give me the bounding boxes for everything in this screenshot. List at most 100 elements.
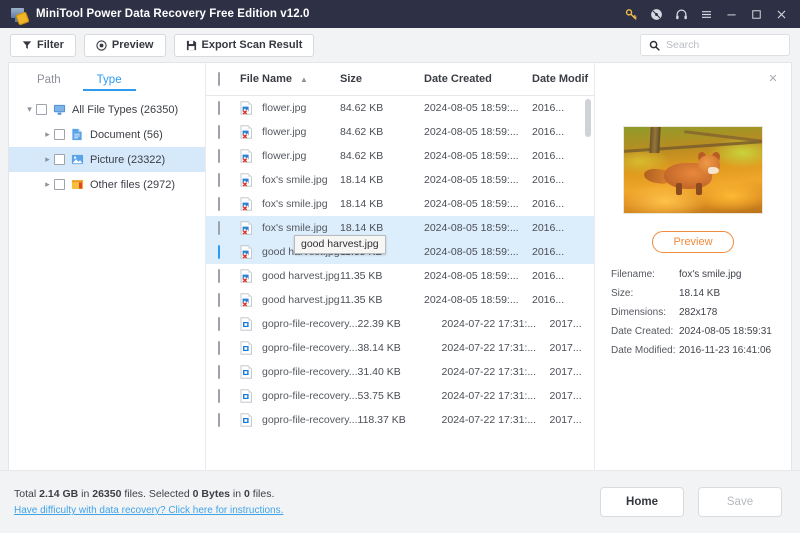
tab-type[interactable]: Type xyxy=(82,74,136,91)
tree-checkbox[interactable] xyxy=(54,154,65,165)
row-checkbox-cell[interactable] xyxy=(218,341,240,355)
cell-size: 18.14 KB xyxy=(340,198,384,210)
table-row[interactable]: flower.jpg 84.62 KB 2024-08-05 18:59:... 20… xyxy=(206,144,594,168)
file-list-scrollbar[interactable] xyxy=(585,97,591,437)
maximize-icon[interactable] xyxy=(744,1,769,27)
row-checkbox-cell[interactable] xyxy=(218,173,240,187)
home-button[interactable]: Home xyxy=(600,487,684,517)
row-checkbox[interactable] xyxy=(218,269,220,283)
table-row[interactable]: gopro-file-recovery... 118.37 KB 2024-07-2… xyxy=(206,408,594,432)
column-header-date-created[interactable]: Date Created xyxy=(424,73,532,85)
row-checkbox-cell[interactable] xyxy=(218,269,240,283)
table-row[interactable]: flower.jpg 84.62 KB 2024-08-05 18:59:... 20… xyxy=(206,120,594,144)
cell-date-created: 2024-08-05 18:59:... xyxy=(424,174,519,186)
row-checkbox[interactable] xyxy=(218,365,220,379)
scrollbar-thumb[interactable] xyxy=(585,99,591,137)
select-all-checkbox[interactable] xyxy=(218,72,220,86)
tree-item-all-file-types[interactable]: ▾ All File Types (26350) xyxy=(9,97,205,122)
row-checkbox-cell[interactable] xyxy=(218,125,240,139)
tree-checkbox[interactable] xyxy=(54,179,65,190)
title-bar-controls xyxy=(619,1,794,27)
preview-image-button[interactable]: Preview xyxy=(652,231,734,253)
file-name-tooltip: good harvest.jpg xyxy=(294,235,386,254)
row-checkbox[interactable] xyxy=(218,389,220,403)
table-row[interactable]: good harvest.jpg11.35 KB2024-08-05 18:59… xyxy=(206,264,594,288)
cell-file-name: gopro-file-recovery... xyxy=(240,365,358,379)
row-checkbox-cell[interactable] xyxy=(218,293,240,307)
column-header-file-name[interactable]: File Name ▲ xyxy=(240,73,340,85)
table-row[interactable]: gopro-file-recovery... 38.14 KB 2024-07-22… xyxy=(206,336,594,360)
cell-size: 84.62 KB xyxy=(340,150,384,162)
row-checkbox[interactable] xyxy=(218,173,220,187)
file-type-tree: ▾ All File Types (26350) ▸ Document (56) xyxy=(9,91,205,197)
close-preview-icon[interactable]: ✕ xyxy=(767,74,779,86)
row-checkbox[interactable] xyxy=(218,221,220,235)
table-row[interactable]: gopro-file-recovery... 53.75 KB 2024-07-22… xyxy=(206,384,594,408)
export-scan-result-button[interactable]: Export Scan Result xyxy=(173,33,315,57)
chevron-down-icon[interactable]: ▾ xyxy=(23,104,36,115)
tree-checkbox[interactable] xyxy=(36,104,47,115)
table-row[interactable]: good harvest.jpg11.35 KB2024-08-05 18:59… xyxy=(206,288,594,312)
close-icon[interactable] xyxy=(769,1,794,27)
tree-tabs: Path Type xyxy=(9,63,205,91)
column-header-size[interactable]: Size xyxy=(340,73,424,85)
row-checkbox[interactable] xyxy=(218,101,220,115)
row-checkbox-cell[interactable] xyxy=(218,101,240,115)
table-row[interactable]: gopro-file-recovery... 31.40 KB 2024-07-22… xyxy=(206,360,594,384)
jpg-icon xyxy=(240,245,255,259)
row-checkbox-cell[interactable] xyxy=(218,317,240,331)
img-icon xyxy=(240,341,255,355)
tree-item-picture[interactable]: ▸ Picture (23322) xyxy=(9,147,205,172)
metadata-key: Size: xyxy=(611,288,634,299)
filter-button[interactable]: Filter xyxy=(10,33,76,57)
row-checkbox[interactable] xyxy=(218,149,220,163)
chevron-right-icon[interactable]: ▸ xyxy=(41,129,54,140)
table-row[interactable]: gopro-file-recovery... 22.39 KB 2024-07-22… xyxy=(206,312,594,336)
row-checkbox[interactable] xyxy=(218,245,220,259)
column-header-file-name-label: File Name xyxy=(240,73,292,85)
table-row[interactable]: fox's smile.jpg 18.14 KB 2024-08-05 18:59:… xyxy=(206,168,594,192)
cell-file-name: flower.jpg xyxy=(240,125,340,139)
chevron-right-icon[interactable]: ▸ xyxy=(41,154,54,165)
disc-icon[interactable] xyxy=(644,1,669,27)
tree-checkbox[interactable] xyxy=(54,129,65,140)
row-checkbox[interactable] xyxy=(218,341,220,355)
search-box[interactable] xyxy=(640,34,790,56)
key-icon[interactable] xyxy=(619,1,644,27)
row-checkbox-cell[interactable] xyxy=(218,365,240,379)
preview-button[interactable]: Preview xyxy=(83,33,166,57)
row-checkbox[interactable] xyxy=(218,125,220,139)
row-checkbox[interactable] xyxy=(218,293,220,307)
table-row[interactable]: good harvest.jpg11.35 KB2024-08-05 18:59… xyxy=(206,240,594,264)
row-checkbox-cell[interactable] xyxy=(218,149,240,163)
select-all-checkbox-cell[interactable] xyxy=(218,72,240,86)
metadata-value: 2016-11-23 16:41:06 xyxy=(679,345,772,356)
row-checkbox-cell[interactable] xyxy=(218,245,240,259)
jpg-icon xyxy=(240,125,255,139)
minimize-icon[interactable] xyxy=(719,1,744,27)
row-checkbox[interactable] xyxy=(218,413,220,427)
tab-path[interactable]: Path xyxy=(31,74,67,91)
table-row[interactable]: fox's smile.jpg 18.14 KB 2024-08-05 18:59:… xyxy=(206,216,594,240)
row-checkbox-cell[interactable] xyxy=(218,389,240,403)
app-logo-icon xyxy=(10,6,30,26)
row-checkbox-cell[interactable] xyxy=(218,221,240,235)
column-header-date-modified[interactable]: Date Modif xyxy=(532,73,594,85)
search-input[interactable] xyxy=(666,39,781,51)
tree-item-document[interactable]: ▸ Document (56) xyxy=(9,122,205,147)
file-list-body: flower.jpg 84.62 KB 2024-08-05 18:59:... 20… xyxy=(206,96,594,470)
row-checkbox[interactable] xyxy=(218,197,220,211)
chevron-right-icon[interactable]: ▸ xyxy=(41,179,54,190)
help-link[interactable]: Have difficulty with data recovery? Clic… xyxy=(14,505,283,516)
row-checkbox[interactable] xyxy=(218,317,220,331)
menu-icon[interactable] xyxy=(694,1,719,27)
table-row[interactable]: flower.jpg 84.62 KB 2024-08-05 18:59:... 20… xyxy=(206,96,594,120)
row-checkbox-cell[interactable] xyxy=(218,413,240,427)
jpg-icon xyxy=(240,221,255,235)
filter-icon xyxy=(22,40,32,50)
tree-item-other-files[interactable]: ▸ Other files (2972) xyxy=(9,172,205,197)
row-checkbox-cell[interactable] xyxy=(218,197,240,211)
sort-ascending-icon[interactable]: ▲ xyxy=(300,75,308,84)
table-row[interactable]: fox's smile.jpg 18.14 KB 2024-08-05 18:59:… xyxy=(206,192,594,216)
headphones-icon[interactable] xyxy=(669,1,694,27)
